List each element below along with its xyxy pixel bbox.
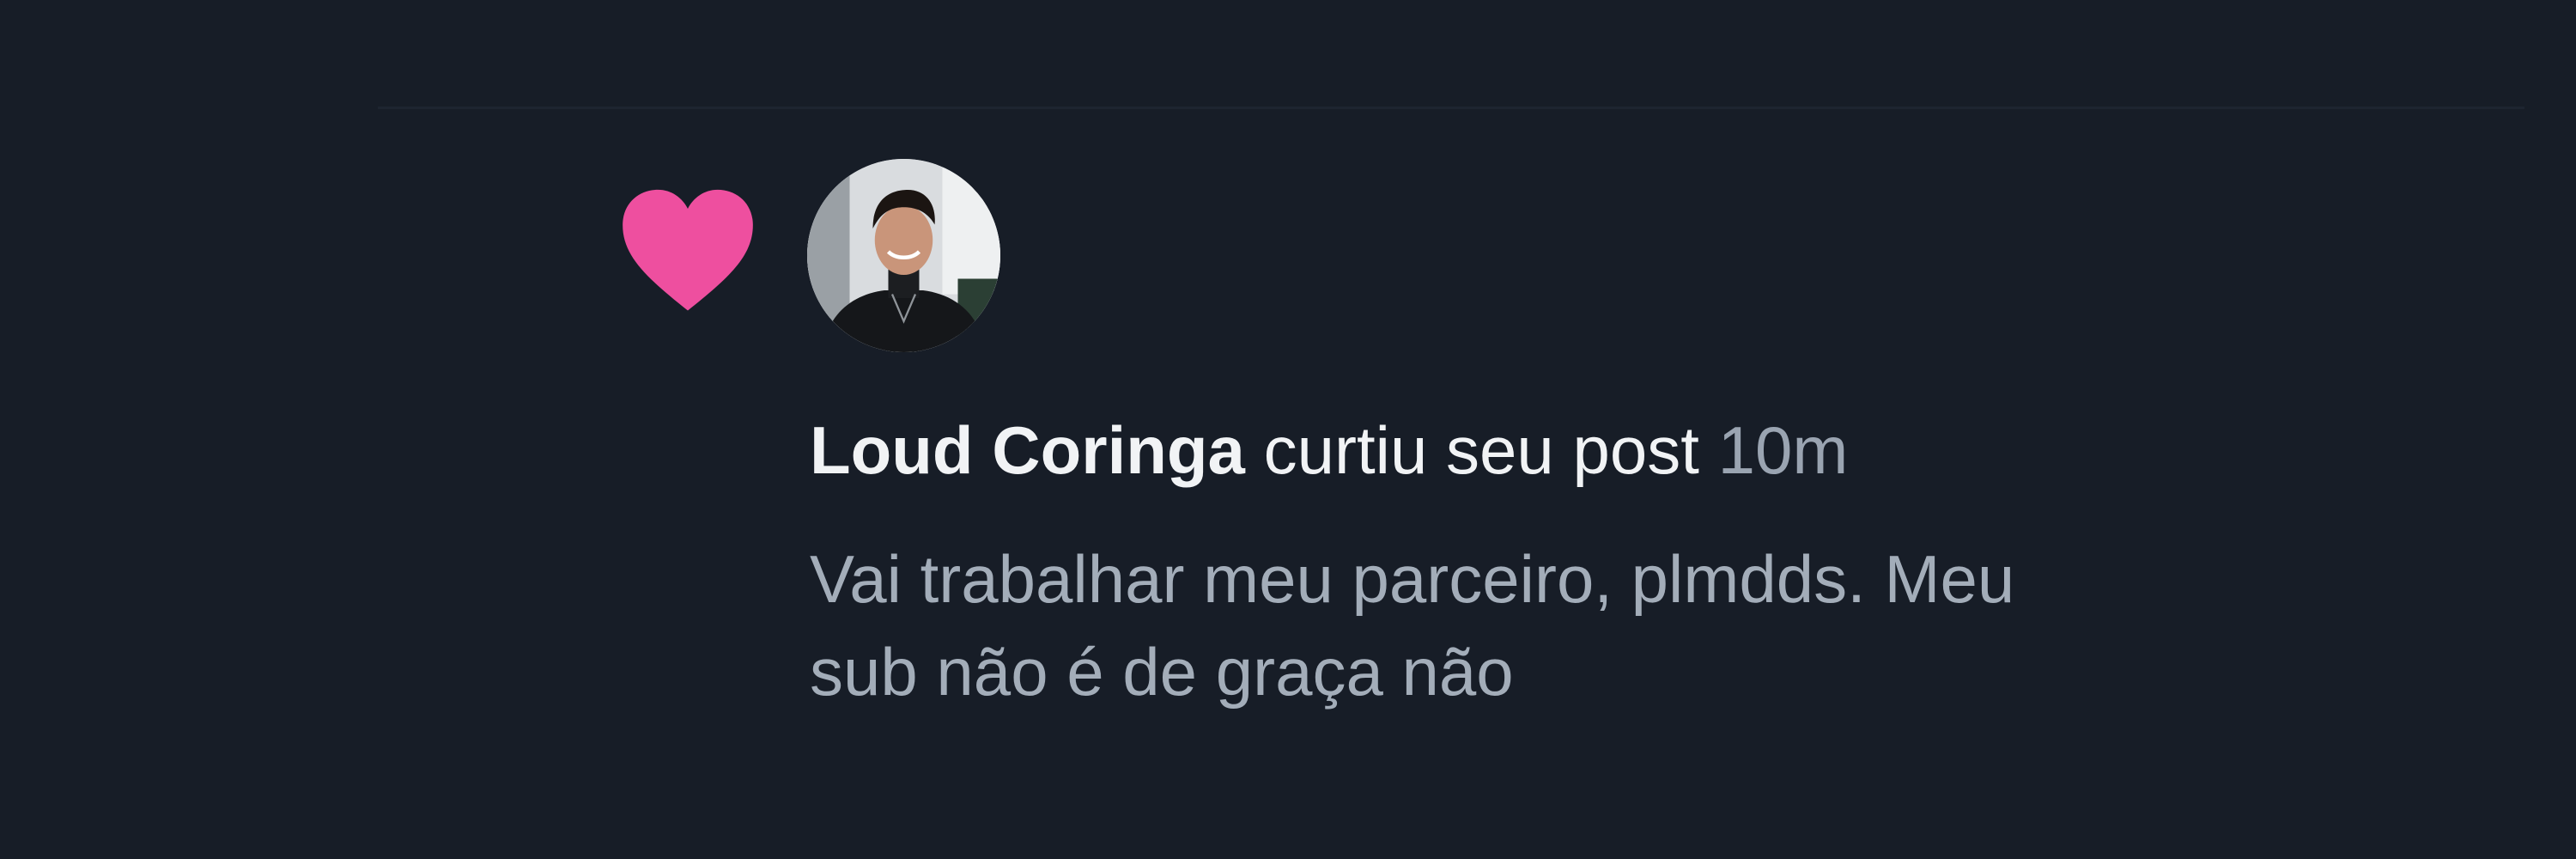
post-text: Vai trabalhar meu parceiro, plmdds. Meu … [810, 533, 2441, 718]
timestamp: 10m [1717, 412, 1849, 488]
post-text-line-1: Vai trabalhar meu parceiro, plmdds. Meu [810, 541, 2015, 617]
notification-headline: Loud Coringa curtiu seu post 10m [810, 411, 1848, 490]
user-name-link[interactable]: Loud Coringa [810, 412, 1245, 488]
action-text: curtiu seu post [1263, 412, 1699, 488]
heart-icon [620, 187, 756, 314]
like-notification[interactable]: Loud Coringa curtiu seu post 10m Vai tra… [0, 0, 2576, 859]
post-text-line-2: sub não é de graça não [810, 634, 1514, 710]
avatar[interactable] [807, 159, 1000, 352]
